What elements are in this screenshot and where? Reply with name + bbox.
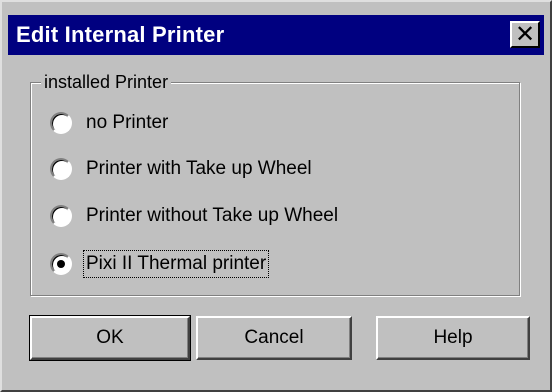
cancel-button[interactable]: Cancel [196, 316, 352, 360]
radio-label: Printer without Take up Wheel [86, 205, 339, 226]
radio-option-printer-without-take-up-wheel[interactable]: Printer without Take up Wheel [50, 201, 338, 231]
help-button[interactable]: Help [376, 316, 530, 360]
ok-button[interactable]: OK [29, 315, 191, 361]
radio-option-printer-with-take-up-wheel[interactable]: Printer with Take up Wheel [50, 154, 312, 184]
window-title: Edit Internal Printer [16, 22, 225, 47]
radio-label: Pixi II Thermal printer [82, 250, 270, 278]
title-bar[interactable]: Edit Internal Printer ✕ [8, 15, 544, 55]
groupbox-label: installed Printer [41, 72, 172, 93]
radio-selected-dot [57, 260, 65, 268]
radio-button[interactable] [50, 112, 72, 134]
close-icon: ✕ [514, 20, 536, 48]
radio-button-selected[interactable] [50, 253, 72, 275]
radio-label: Printer with Take up Wheel [86, 158, 312, 179]
radio-option-pixi-ii-thermal-printer[interactable]: Pixi II Thermal printer [50, 249, 270, 279]
close-button[interactable]: ✕ [510, 21, 540, 48]
radio-button[interactable] [50, 158, 72, 180]
radio-button[interactable] [50, 205, 72, 227]
radio-option-no-printer[interactable]: no Printer [50, 108, 168, 138]
radio-label: no Printer [86, 112, 169, 133]
